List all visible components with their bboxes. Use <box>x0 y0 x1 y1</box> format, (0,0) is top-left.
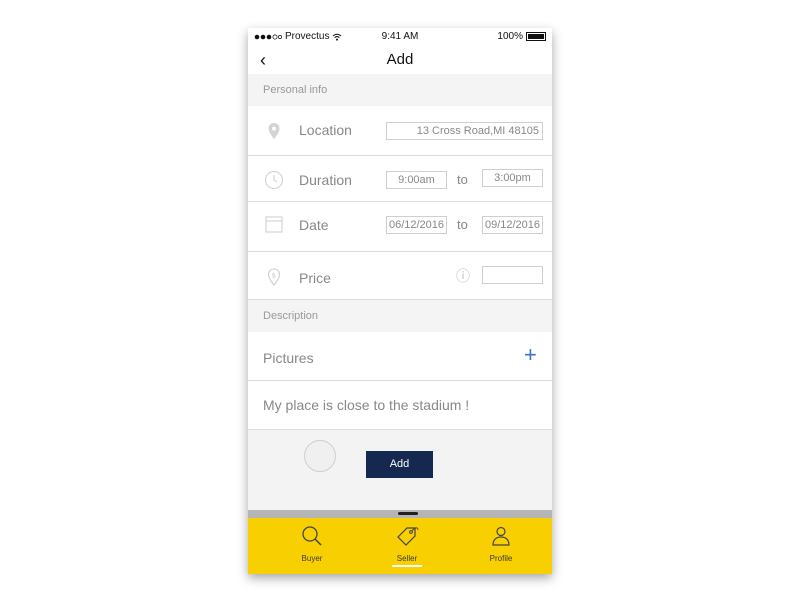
action-area: Add <box>248 430 552 510</box>
section-header-description: Description <box>248 300 552 332</box>
nav-bar: ‹ Add <box>248 48 552 74</box>
tab-buyer[interactable]: Buyer <box>272 524 352 563</box>
price-input[interactable] <box>482 266 543 284</box>
location-pin-icon <box>268 123 280 139</box>
pictures-label: Pictures <box>263 350 314 366</box>
date-end-input[interactable]: 09/12/2016 <box>482 216 543 234</box>
battery-percent: 100% <box>497 31 523 42</box>
pictures-row[interactable]: Pictures + <box>248 332 552 381</box>
price-row: $ Price ⓘ <box>248 252 552 300</box>
calendar-icon <box>265 216 283 233</box>
avatar-placeholder[interactable] <box>304 440 336 472</box>
drawer-grip[interactable] <box>398 512 418 515</box>
phone-screen: Provectus 9:41 AM 100% ‹ Add Personal in… <box>248 28 552 574</box>
duration-row: Duration 9:00am to 3:00pm <box>248 156 552 202</box>
battery-status: 100% <box>497 31 546 42</box>
battery-icon <box>526 32 546 41</box>
add-button[interactable]: Add <box>366 451 433 478</box>
duration-end-input[interactable]: 3:00pm <box>482 169 543 187</box>
duration-start-input[interactable]: 9:00am <box>386 171 447 189</box>
date-start-input[interactable]: 06/12/2016 <box>386 216 447 234</box>
description-row[interactable]: My place is close to the stadium ! <box>248 381 552 430</box>
description-text[interactable]: My place is close to the stadium ! <box>263 397 469 413</box>
status-bar: Provectus 9:41 AM 100% <box>248 28 552 46</box>
tab-seller[interactable]: Seller <box>367 524 447 567</box>
drawer-handle-bar[interactable] <box>248 510 552 518</box>
date-to-label: to <box>457 217 468 232</box>
date-label: Date <box>299 217 329 233</box>
duration-to-label: to <box>457 172 468 187</box>
tab-buyer-label: Buyer <box>301 554 323 563</box>
clock-icon <box>264 170 284 190</box>
tag-icon <box>397 527 419 546</box>
info-icon[interactable]: ⓘ <box>456 266 470 286</box>
location-row: Location 13 Cross Road,MI 48105 <box>248 106 552 156</box>
location-input[interactable]: 13 Cross Road,MI 48105 <box>386 122 543 140</box>
section-header-personal-info: Personal info <box>248 74 552 106</box>
page-title: Add <box>386 51 414 68</box>
tab-profile-label: Profile <box>489 554 513 563</box>
tab-seller-label: Seller <box>396 554 418 563</box>
add-picture-icon[interactable]: + <box>524 342 537 368</box>
price-label: Price <box>299 270 331 286</box>
tab-profile[interactable]: Profile <box>461 524 541 563</box>
price-tag-icon: $ <box>267 268 281 286</box>
tab-bar: Buyer Seller Profile <box>248 518 552 574</box>
duration-label: Duration <box>299 172 352 188</box>
search-icon <box>302 526 322 546</box>
date-row: Date 06/12/2016 to 09/12/2016 <box>248 202 552 252</box>
svg-text:$: $ <box>272 272 276 280</box>
location-label: Location <box>299 122 352 138</box>
active-tab-indicator <box>392 565 422 567</box>
person-icon <box>492 526 510 546</box>
